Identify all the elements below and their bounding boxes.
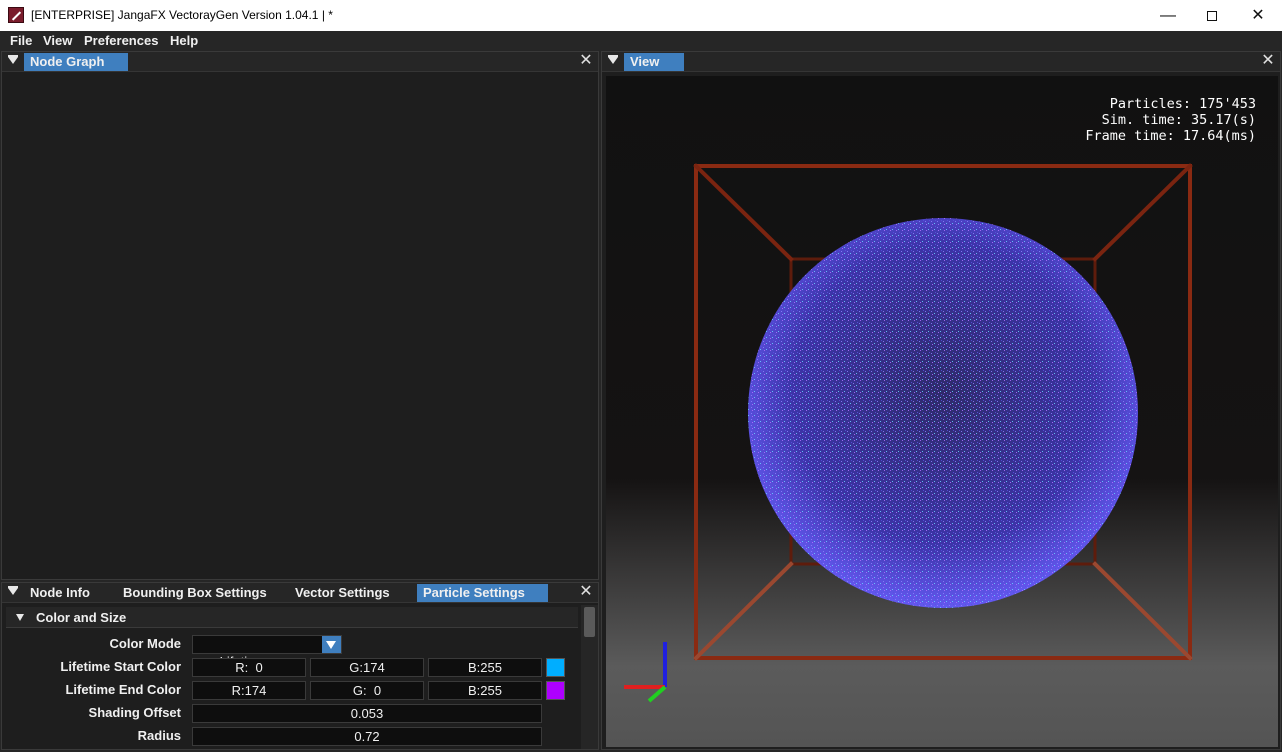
start-color-b-field[interactable]: B:255 xyxy=(428,658,542,677)
view-panel: View ✕ Particles: 175'453 Sim. time: 35.… xyxy=(601,51,1281,750)
close-window-button[interactable]: ✕ xyxy=(1235,0,1281,31)
radius-label: Radius xyxy=(137,728,181,743)
close-settings-icon[interactable]: ✕ xyxy=(578,584,594,600)
menu-help[interactable]: Help xyxy=(170,33,198,48)
view-header: View ✕ xyxy=(602,52,1280,72)
maximize-button[interactable] xyxy=(1189,0,1235,31)
start-color-swatch[interactable] xyxy=(546,658,565,677)
title-bar: [ENTERPRISE] JangaFX VectorayGen Version… xyxy=(0,0,1282,31)
settings-panel: Node Info Bounding Box Settings Vector S… xyxy=(1,582,599,750)
particles-count: Particles: 175'453 xyxy=(1109,96,1256,112)
settings-header: Node Info Bounding Box Settings Vector S… xyxy=(2,583,598,603)
node-graph-canvas[interactable] xyxy=(5,74,595,577)
particle-sphere xyxy=(748,218,1138,608)
chevron-down-icon xyxy=(16,614,24,621)
menu-preferences[interactable]: Preferences xyxy=(84,33,158,48)
end-color-swatch[interactable] xyxy=(546,681,565,700)
end-color-r-field[interactable]: R:174 xyxy=(192,681,306,700)
close-node-graph-icon[interactable]: ✕ xyxy=(578,53,594,69)
axis-z xyxy=(647,685,667,703)
lifetime-start-color-label: Lifetime Start Color xyxy=(60,659,181,674)
axis-gizmo xyxy=(624,642,667,703)
shading-offset-label: Shading Offset xyxy=(88,705,181,720)
tab-bounding-box-settings[interactable]: Bounding Box Settings xyxy=(117,584,273,602)
panel-menu-icon[interactable] xyxy=(8,55,18,64)
end-color-b-field[interactable]: B:255 xyxy=(428,681,542,700)
panel-menu-icon[interactable] xyxy=(8,586,18,595)
close-view-icon[interactable]: ✕ xyxy=(1260,53,1276,69)
lifetime-end-color-label: Lifetime End Color xyxy=(65,682,181,697)
scrollbar-thumb[interactable] xyxy=(584,607,595,637)
node-graph-panel: Node Graph ✕ xyxy=(1,51,599,580)
scene-render xyxy=(624,163,1193,703)
sphere-particles xyxy=(748,218,1138,608)
panel-menu-icon[interactable] xyxy=(608,55,618,64)
minimize-icon: — xyxy=(1160,7,1176,24)
shading-offset-slider[interactable]: 0.053 xyxy=(192,704,542,723)
tab-node-graph[interactable]: Node Graph xyxy=(24,53,128,71)
start-color-r-field[interactable]: R: 0 xyxy=(192,658,306,677)
window-title: [ENTERPRISE] JangaFX VectorayGen Version… xyxy=(31,8,333,22)
bounding-box-edge xyxy=(693,561,794,661)
color-mode-select[interactable]: Lifetime xyxy=(192,635,342,669)
bounding-box-edge xyxy=(1092,163,1193,262)
bounding-box-edge xyxy=(693,163,794,262)
menu-file[interactable]: File xyxy=(10,33,32,48)
dropdown-arrow-icon[interactable] xyxy=(322,636,341,653)
end-color-g-field[interactable]: G: 0 xyxy=(310,681,424,700)
tab-particle-settings[interactable]: Particle Settings xyxy=(417,584,548,602)
start-color-g-field[interactable]: G:174 xyxy=(310,658,424,677)
3d-viewport[interactable]: Particles: 175'453 Sim. time: 35.17(s) F… xyxy=(606,76,1278,747)
bounding-box-edge xyxy=(1092,561,1193,661)
sim-time: Sim. time: 35.17(s) xyxy=(1101,112,1256,128)
node-graph-header: Node Graph ✕ xyxy=(2,52,598,72)
frame-time: Frame time: 17.64(ms) xyxy=(1085,128,1256,144)
tab-vector-settings[interactable]: Vector Settings xyxy=(289,584,396,602)
close-icon: ✕ xyxy=(1251,7,1265,24)
color-mode-label: Color Mode xyxy=(109,636,182,651)
minimize-button[interactable]: — xyxy=(1145,0,1191,31)
section-color-and-size[interactable]: Color and Size xyxy=(6,607,578,628)
app-logo-icon xyxy=(8,7,24,23)
app-window: [ENTERPRISE] JangaFX VectorayGen Version… xyxy=(0,0,1282,752)
menu-bar: File View Preferences Help xyxy=(0,31,1282,51)
radius-slider[interactable]: 0.72 xyxy=(192,727,542,746)
maximize-icon xyxy=(1207,10,1217,21)
tab-view[interactable]: View xyxy=(624,53,684,71)
menu-view[interactable]: View xyxy=(43,33,72,48)
tab-node-info[interactable]: Node Info xyxy=(24,584,96,602)
section-title: Color and Size xyxy=(36,610,127,625)
settings-scrollbar[interactable] xyxy=(581,605,598,749)
stats-overlay: Particles: 175'453 Sim. time: 35.17(s) F… xyxy=(1085,96,1256,144)
